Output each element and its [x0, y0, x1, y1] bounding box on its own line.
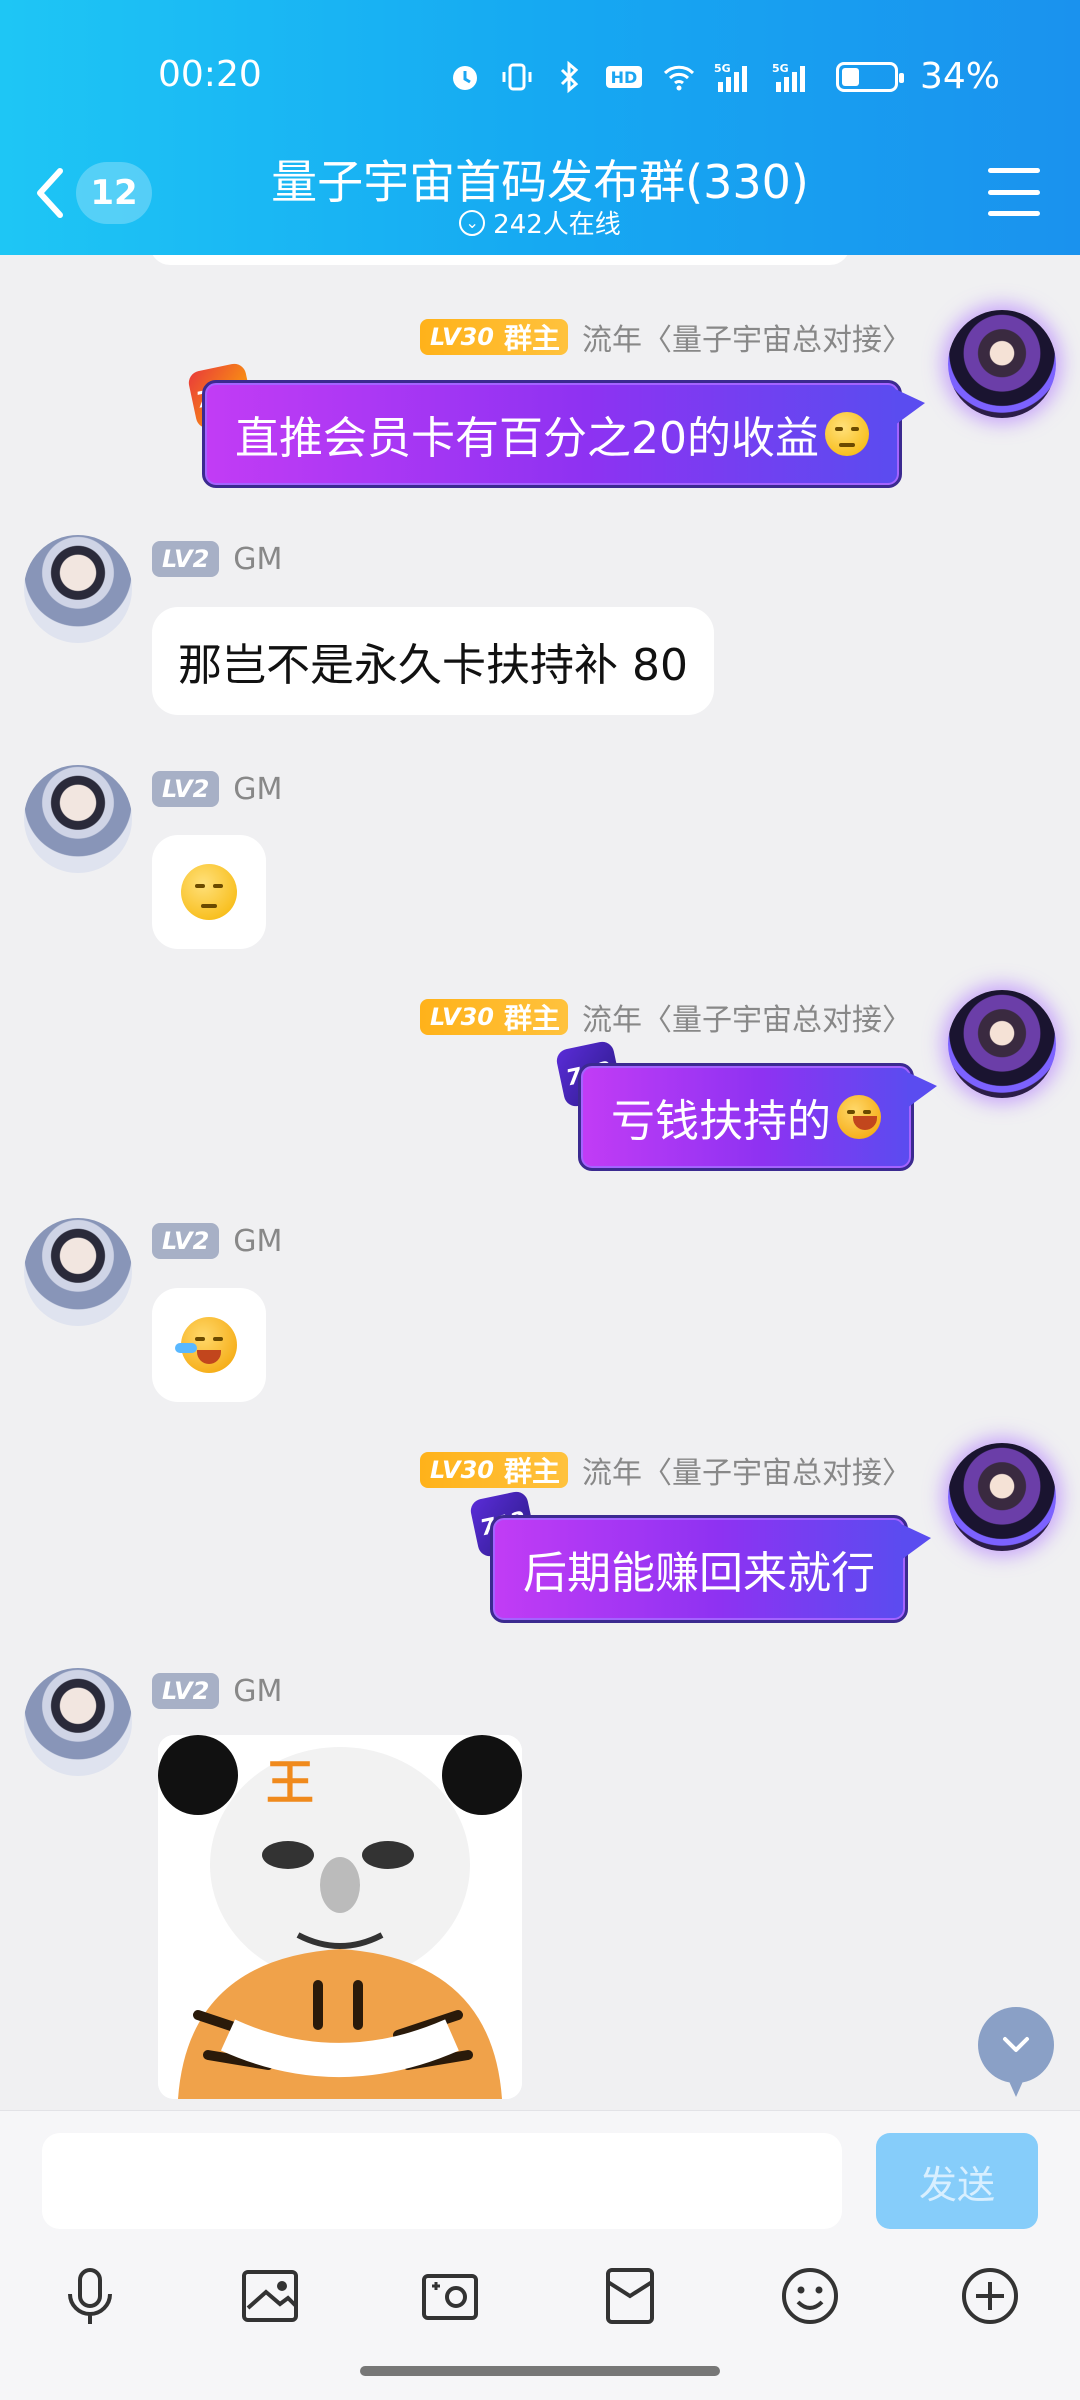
online-count-label: 242人在线	[493, 210, 621, 240]
role-badge: 群主	[503, 1002, 560, 1035]
sender-name[interactable]: GM	[233, 1224, 282, 1259]
level-badge: LV30	[430, 1456, 494, 1484]
role-badge: 群主	[503, 322, 560, 355]
input-toolbar	[0, 2256, 1080, 2346]
message-bubble[interactable]	[152, 1288, 266, 1402]
menu-button[interactable]	[988, 168, 1040, 216]
menu-icon	[988, 168, 1040, 173]
level-badge: LV2	[152, 1673, 220, 1709]
role-badge: 群主	[503, 1455, 560, 1488]
battery-icon	[835, 61, 904, 92]
microphone-icon	[68, 2268, 112, 2324]
message-meta: LV2 GM	[152, 541, 282, 577]
laugh-cry-emoji-icon	[837, 1095, 881, 1139]
laugh-cry-emoji-icon	[175, 1317, 237, 1373]
battery-percent: 34%	[919, 56, 1000, 97]
online-count[interactable]: ⌄ 242人在线	[0, 204, 1080, 241]
voice-button[interactable]	[50, 2256, 130, 2336]
owner-level-badge: LV30 群主	[420, 1452, 568, 1488]
avatar[interactable]	[24, 1218, 132, 1326]
image-button[interactable]	[230, 2256, 310, 2336]
message-meta: LV30 群主 流年〈量子宇宙总对接〉	[420, 995, 912, 1039]
more-button[interactable]	[950, 2256, 1030, 2336]
alarm-icon	[452, 65, 477, 90]
plus-icon	[962, 2268, 1018, 2324]
sender-name[interactable]: 流年〈量子宇宙总对接〉	[582, 995, 912, 1039]
group-title[interactable]: 量子宇宙首码发布群(330)	[0, 146, 1080, 212]
chevron-down-circle-icon: ⌄	[459, 209, 486, 236]
message-meta: LV30 群主 流年〈量子宇宙总对接〉	[420, 1448, 912, 1492]
level-badge: LV30	[430, 323, 494, 351]
emoji-button[interactable]	[770, 2256, 850, 2336]
previous-message-bubble	[150, 255, 850, 265]
vibrate-icon	[502, 63, 532, 90]
svg-text:5G: 5G	[714, 62, 731, 75]
signal-5g-icon: 5G	[714, 62, 747, 92]
sticker-image[interactable]: 王	[158, 1735, 522, 2099]
status-time: 00:20	[158, 54, 262, 95]
level-badge: LV2	[152, 1223, 220, 1259]
sender-name[interactable]: GM	[233, 542, 282, 577]
home-indicator[interactable]	[360, 2366, 720, 2376]
owner-level-badge: LV30 群主	[420, 319, 568, 355]
speechless-emoji-icon	[181, 864, 237, 920]
avatar[interactable]	[948, 310, 1056, 418]
status-bar: 00:20 HD 5G 5G 34%	[0, 0, 1080, 150]
doge-emoji-icon	[825, 412, 869, 456]
red-packet-icon	[606, 2268, 654, 2324]
sender-name[interactable]: 流年〈量子宇宙总对接〉	[582, 1448, 912, 1492]
message-text: 亏钱扶持的	[611, 1096, 831, 1147]
svg-text:HD: HD	[611, 68, 638, 87]
owner-level-badge: LV30 群主	[420, 999, 568, 1035]
message-text: 后期能赚回来就行	[523, 1548, 875, 1599]
image-icon	[242, 2270, 298, 2322]
message-meta: LV2 GM	[152, 771, 282, 807]
camera-icon	[422, 2274, 478, 2320]
avatar[interactable]	[24, 535, 132, 643]
message-bubble[interactable]: 后期能赚回来就行	[490, 1515, 931, 1623]
svg-text:5G: 5G	[772, 62, 789, 75]
avatar[interactable]	[948, 1443, 1056, 1551]
status-icons: HD 5G 5G 34%	[448, 56, 1000, 97]
emoji-icon	[782, 2268, 838, 2324]
sender-name[interactable]: 流年〈量子宇宙总对接〉	[582, 315, 912, 359]
chat-area[interactable]: LV30 群主 流年〈量子宇宙总对接〉 71★ 直推会员卡有百分之20的收益 L…	[0, 255, 1080, 2110]
message-bubble[interactable]: 亏钱扶持的	[578, 1063, 937, 1171]
level-badge: LV2	[152, 771, 220, 807]
battery-fill	[841, 67, 859, 86]
scroll-to-bottom-button[interactable]	[978, 2007, 1054, 2097]
message-input[interactable]	[42, 2133, 842, 2229]
avatar[interactable]	[948, 990, 1056, 1098]
signal-5g-icon: 5G	[772, 62, 805, 92]
panda-tiger-sticker-icon	[158, 1735, 522, 2099]
input-area: 发送	[0, 2110, 1080, 2400]
sticker-text: 王	[265, 1755, 314, 1811]
wifi-icon	[663, 65, 695, 90]
sender-name[interactable]: GM	[233, 772, 282, 807]
message-text: 那岂不是永久卡扶持补 80	[178, 640, 688, 691]
level-badge: LV30	[430, 1003, 494, 1031]
header: 00:20 HD 5G 5G 34% 12 量子宇宙首码发布群(330) ⌄ 2…	[0, 0, 1080, 255]
avatar[interactable]	[24, 765, 132, 873]
message-meta: LV2 GM	[152, 1673, 282, 1709]
hd-icon: HD	[605, 65, 642, 88]
bluetooth-icon	[560, 60, 579, 93]
sender-name[interactable]: GM	[233, 1674, 282, 1709]
message-meta: LV2 GM	[152, 1223, 282, 1259]
red-packet-button[interactable]	[590, 2256, 670, 2336]
message-text: 直推会员卡有百分之20的收益	[235, 413, 819, 464]
message-bubble[interactable]: 直推会员卡有百分之20的收益	[202, 380, 925, 488]
level-badge: LV2	[152, 541, 220, 577]
message-bubble[interactable]	[152, 835, 266, 949]
message-meta: LV30 群主 流年〈量子宇宙总对接〉	[420, 315, 912, 359]
message-bubble[interactable]: 那岂不是永久卡扶持补 80	[152, 607, 714, 715]
chevron-down-icon	[1003, 2037, 1029, 2052]
camera-button[interactable]	[410, 2256, 490, 2336]
send-button[interactable]: 发送	[876, 2133, 1038, 2229]
nav-bar: 12 量子宇宙首码发布群(330) ⌄ 242人在线	[0, 140, 1080, 255]
avatar[interactable]	[24, 1668, 132, 1776]
